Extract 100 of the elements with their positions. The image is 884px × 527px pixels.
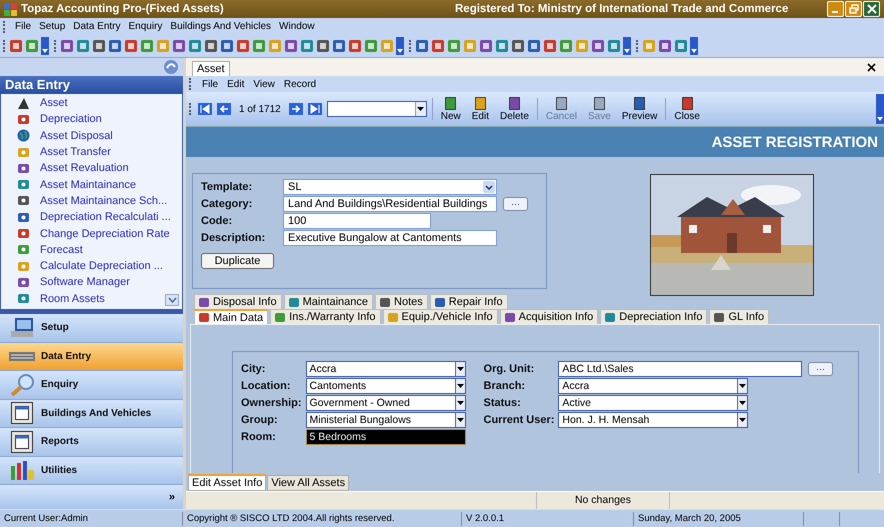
tile-icon[interactable]	[252, 39, 266, 53]
tile-icon[interactable]	[25, 39, 39, 53]
dropdown-icon[interactable]	[737, 396, 748, 410]
navigation-button[interactable]: Buildings And Vehicles	[0, 400, 183, 428]
menu-item[interactable]: Buildings And Vehicles	[170, 21, 272, 32]
input-field[interactable]: Accra	[306, 361, 466, 377]
sidebar-item[interactable]: Software Manager	[40, 276, 130, 288]
more-button[interactable]: »	[168, 491, 175, 503]
tile-icon[interactable]	[380, 39, 394, 53]
sidebar-item[interactable]: Depreciation Recalculati ...	[40, 211, 171, 224]
sidebar-item[interactable]: Asset Maintainance Sch...	[40, 194, 168, 207]
restore-icon[interactable]	[845, 1, 862, 17]
menu-item[interactable]: Record	[284, 78, 316, 90]
input-field[interactable]: SL	[283, 179, 497, 195]
tab[interactable]: Depreciation Info	[600, 309, 708, 324]
document-tab[interactable]: Asset	[192, 61, 230, 76]
menu-item[interactable]: File	[202, 78, 218, 90]
last-record-icon[interactable]	[308, 103, 322, 115]
scroll-down-icon[interactable]	[165, 294, 179, 306]
next-record-icon[interactable]	[288, 103, 303, 115]
tab[interactable]: Acquisition Info	[500, 309, 598, 324]
input-field[interactable]: 100	[283, 213, 431, 229]
navigation-button[interactable]: Setup	[0, 314, 183, 342]
toolbar-chevron-icon[interactable]	[396, 37, 404, 55]
input-field[interactable]: Land And Buildings\Residential Buildings	[283, 196, 497, 212]
browse-button[interactable]	[808, 362, 834, 376]
tile-icon[interactable]	[76, 39, 90, 53]
dropdown-icon[interactable]	[737, 379, 748, 393]
tile-icon[interactable]	[415, 39, 429, 53]
tile-icon[interactable]	[284, 39, 298, 53]
tile-icon[interactable]	[511, 39, 525, 53]
tile-icon[interactable]	[559, 39, 573, 53]
menu-item[interactable]: Data Entry	[73, 21, 121, 32]
sidebar-item[interactable]: Depreciation	[40, 113, 102, 126]
tile-icon[interactable]	[642, 39, 656, 53]
tile-icon[interactable]	[60, 39, 74, 53]
navigation-button[interactable]: Reports	[0, 428, 183, 456]
dropdown-icon[interactable]	[737, 413, 748, 427]
sidebar-item[interactable]: Forecast	[40, 244, 83, 256]
tile-icon[interactable]	[495, 39, 509, 53]
tile-icon[interactable]	[527, 39, 541, 53]
sidebar-item[interactable]: Asset Maintainance	[40, 178, 136, 191]
tile-icon[interactable]	[236, 39, 250, 53]
toolbar-chevron-icon[interactable]	[690, 37, 698, 55]
navigation-button[interactable]: Enquiry	[0, 371, 183, 400]
toolbar-chevron-icon[interactable]	[41, 37, 49, 55]
toolbar-button[interactable]: Edit	[468, 96, 492, 122]
tile-icon[interactable]	[575, 39, 589, 53]
sidebar-item[interactable]: Asset Revaluation	[40, 162, 129, 174]
toolbar-chevron-icon[interactable]	[623, 37, 631, 55]
tile-icon[interactable]	[268, 39, 282, 53]
tile-icon[interactable]	[92, 39, 106, 53]
tab[interactable]: Edit Asset Info	[188, 474, 266, 491]
tile-icon[interactable]	[140, 39, 154, 53]
sidebar-item[interactable]: Asset Disposal	[40, 130, 113, 142]
close-icon[interactable]	[867, 62, 876, 72]
tab[interactable]: Disposal Info	[194, 294, 282, 309]
tile-icon[interactable]	[364, 39, 378, 53]
tile-icon[interactable]	[332, 39, 346, 53]
tile-icon[interactable]	[188, 39, 202, 53]
navigation-button[interactable]: Utilities	[0, 456, 183, 485]
sidebar-item[interactable]: Calculate Depreciation ...	[40, 260, 163, 272]
tile-icon[interactable]	[124, 39, 138, 53]
dropdown-icon[interactable]	[454, 362, 465, 376]
tile-icon[interactable]	[607, 39, 621, 53]
menu-item[interactable]: View	[253, 78, 275, 90]
swirl-icon[interactable]	[163, 59, 179, 75]
dropdown-icon[interactable]	[417, 107, 424, 111]
input-field[interactable]: Executive Bungalow at Cantoments	[283, 230, 497, 246]
tile-icon[interactable]	[463, 39, 477, 53]
tile-icon[interactable]	[658, 39, 672, 53]
tab[interactable]: Equip./Vehicle Info	[382, 309, 498, 324]
input-field[interactable]: Ministerial Bungalows	[306, 412, 466, 428]
first-record-icon[interactable]	[198, 103, 212, 115]
sidebar-item[interactable]: Asset	[40, 97, 68, 110]
input-field[interactable]: Hon. J. H. Mensah	[558, 412, 748, 428]
input-field[interactable]: Accra	[558, 378, 748, 394]
tile-icon[interactable]	[204, 39, 218, 53]
tile-icon[interactable]	[447, 39, 461, 53]
tile-icon[interactable]	[220, 39, 234, 53]
toolbar-button[interactable]: Close	[671, 96, 703, 122]
tile-icon[interactable]	[543, 39, 557, 53]
sidebar-item[interactable]: Room Assets	[40, 292, 105, 305]
menu-item[interactable]: Setup	[39, 21, 66, 32]
tab[interactable]: Ins./Warranty Info	[270, 309, 381, 324]
tile-icon[interactable]	[431, 39, 445, 53]
tile-icon[interactable]	[316, 39, 330, 53]
menu-item[interactable]: File	[15, 21, 32, 32]
tab[interactable]: Notes	[375, 294, 428, 309]
tile-icon[interactable]	[156, 39, 170, 53]
tab[interactable]: Maintainance	[284, 294, 374, 309]
tab[interactable]: View All Assets	[267, 475, 350, 491]
browse-button[interactable]	[503, 197, 528, 211]
input-field[interactable]: Cantoments	[306, 378, 466, 394]
toolbar-button[interactable]: Preview	[618, 96, 660, 122]
input-field[interactable]: ABC Ltd.\Sales	[558, 361, 802, 377]
minimize-icon[interactable]	[827, 1, 844, 17]
tab[interactable]: Main Data	[194, 309, 268, 324]
tile-icon[interactable]	[172, 39, 186, 53]
sidebar-item[interactable]: Change Depreciation Rate	[40, 228, 170, 240]
